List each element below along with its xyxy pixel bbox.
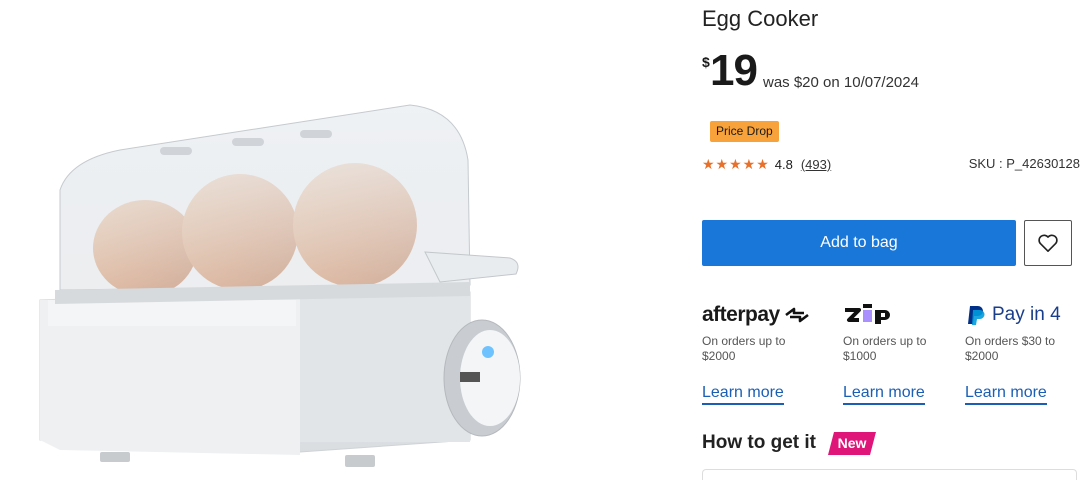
zip-option: zip On orders up to $1000 Learn more bbox=[843, 300, 963, 405]
zip-logo-icon bbox=[845, 304, 890, 324]
review-count-link[interactable]: (493) bbox=[801, 157, 831, 172]
afterpay-arrows-icon bbox=[784, 307, 809, 323]
product-details: Egg Cooker $ 19 was $20 on 10/07/2024 Pr… bbox=[702, 0, 1080, 480]
rating-value: 4.8 bbox=[774, 156, 793, 172]
zip-learn-more-link[interactable]: Learn more bbox=[843, 384, 925, 405]
afterpay-description: On orders up to $2000 bbox=[702, 334, 786, 363]
new-badge-label: New bbox=[837, 435, 867, 451]
paypal-pay-in-4: Pay in 4 bbox=[992, 304, 1061, 325]
afterpay-logo: afterpay bbox=[702, 300, 822, 330]
zip-logo: zip bbox=[843, 300, 963, 330]
how-to-get-it-heading: How to get it bbox=[702, 432, 816, 453]
paypal-description: On orders $30 to $2000 bbox=[965, 334, 1056, 363]
price: 19 bbox=[710, 46, 758, 95]
paypal-logo: Pay in 4 bbox=[965, 300, 1080, 330]
paypal-icon bbox=[968, 306, 985, 325]
afterpay-option: afterpay On orders up to $2000 Learn mor… bbox=[702, 300, 822, 405]
paypal-option: Pay in 4 On orders $30 to $2000 Learn mo… bbox=[965, 300, 1080, 405]
rating: ★★★★★ 4.8 (493) bbox=[702, 154, 831, 174]
add-to-bag-button[interactable]: Add to bag bbox=[702, 220, 1016, 266]
price-drop-badge: Price Drop bbox=[710, 121, 779, 142]
heart-icon bbox=[1038, 234, 1058, 252]
zip-description: On orders up to $1000 bbox=[843, 334, 927, 363]
new-badge: New bbox=[828, 432, 876, 455]
wishlist-button[interactable] bbox=[1024, 220, 1072, 266]
star-rating-icon: ★★★★★ bbox=[702, 155, 770, 172]
product-title: Egg Cooker bbox=[702, 6, 819, 31]
currency-symbol: $ bbox=[702, 54, 710, 70]
was-price: was $20 on 10/07/2024 bbox=[763, 74, 919, 91]
paypal-learn-more-link[interactable]: Learn more bbox=[965, 384, 1047, 405]
product-image bbox=[0, 0, 640, 475]
afterpay-learn-more-link[interactable]: Learn more bbox=[702, 384, 784, 405]
sku: SKU : P_42630128 bbox=[968, 156, 1080, 171]
